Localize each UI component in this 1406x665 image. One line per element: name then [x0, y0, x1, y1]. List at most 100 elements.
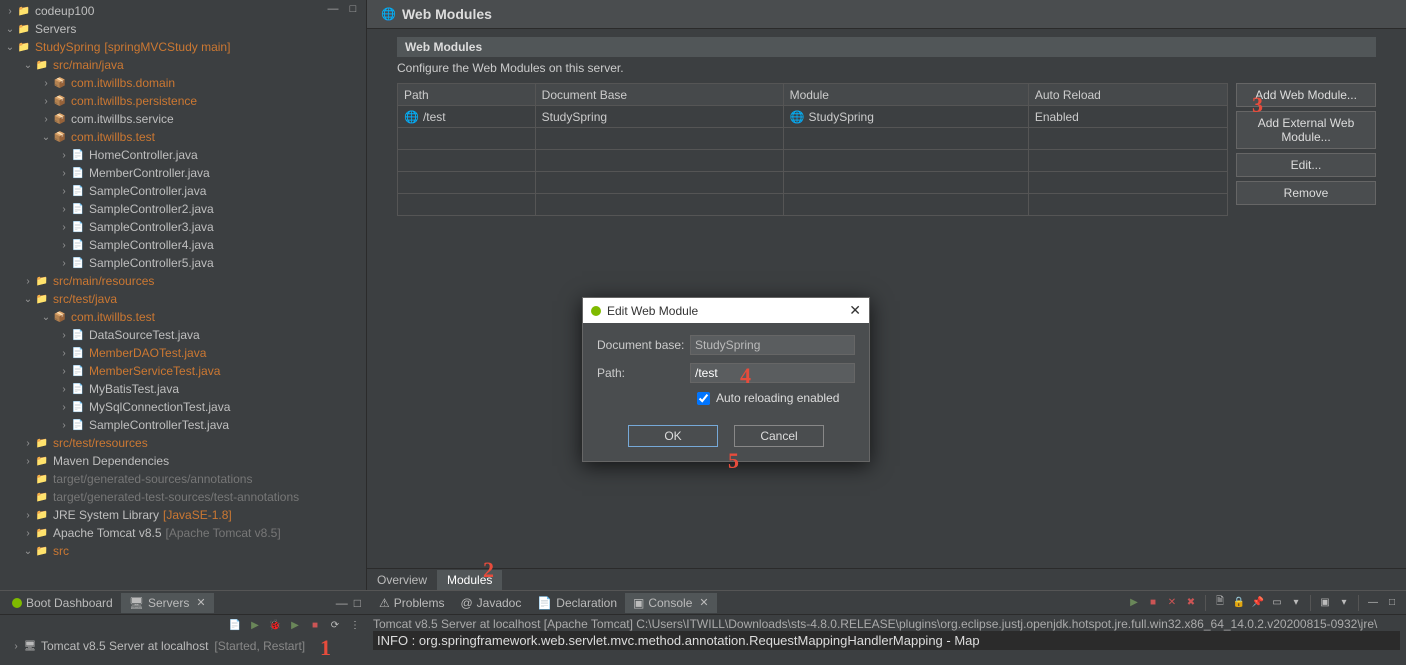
tab-problems[interactable]: ⚠Problems [371, 593, 452, 613]
expand-icon[interactable]: ⌄ [22, 546, 34, 557]
tree-row[interactable]: ›JRE System Library [JavaSE-1.8] [0, 506, 366, 524]
expand-icon[interactable]: › [58, 402, 70, 413]
expand-icon[interactable]: › [22, 456, 34, 467]
tree-row[interactable]: ›com.itwillbs.domain [0, 74, 366, 92]
remove-icon[interactable]: ✕ [1164, 595, 1180, 611]
minimize-icon[interactable]: — [326, 2, 340, 16]
tab-console[interactable]: ▣Console✕ [625, 593, 717, 613]
ok-button[interactable]: OK [628, 425, 718, 447]
close-icon[interactable]: ✕ [196, 596, 205, 609]
table-header[interactable]: Module [783, 84, 1028, 106]
expand-icon[interactable]: › [58, 348, 70, 359]
table-header[interactable]: Document Base [535, 84, 783, 106]
tree-row[interactable]: ⌄src/main/java [0, 56, 366, 74]
expand-icon[interactable]: › [22, 438, 34, 449]
maximize-icon[interactable]: □ [1384, 595, 1400, 611]
new-server-icon[interactable]: 📄 [227, 617, 243, 633]
expand-icon[interactable]: ⌄ [4, 24, 16, 35]
edit-button[interactable]: Edit... [1236, 153, 1376, 177]
tree-row[interactable]: ›HomeController.java [0, 146, 366, 164]
expand-icon[interactable]: › [58, 240, 70, 251]
pin-icon[interactable]: 📌 [1250, 595, 1266, 611]
expand-icon[interactable]: › [58, 186, 70, 197]
expand-icon[interactable]: › [58, 168, 70, 179]
expand-icon[interactable]: ⌄ [40, 132, 52, 143]
tree-row[interactable]: ›SampleControllerTest.java [0, 416, 366, 434]
tree-row[interactable]: ›SampleController4.java [0, 236, 366, 254]
tree-row[interactable]: target/generated-test-sources/test-annot… [0, 488, 366, 506]
tree-row[interactable]: ⌄src/test/java [0, 290, 366, 308]
stop-icon[interactable]: ■ [307, 617, 323, 633]
expand-icon[interactable]: › [58, 420, 70, 431]
show-console-icon[interactable]: ▾ [1336, 595, 1352, 611]
expand-icon[interactable]: ⌄ [22, 60, 34, 71]
tree-row[interactable]: ›MySqlConnectionTest.java [0, 398, 366, 416]
expand-icon[interactable]: › [40, 78, 52, 89]
auto-reload-checkbox[interactable] [697, 392, 710, 405]
tab-modules[interactable]: Modules [437, 570, 502, 590]
tree-row[interactable]: ⌄com.itwillbs.test [0, 308, 366, 326]
clear-icon[interactable]: 🗎 [1212, 595, 1228, 611]
expand-icon[interactable]: ⌄ [4, 42, 16, 53]
new-console-icon[interactable]: ▣ [1317, 595, 1333, 611]
tree-row[interactable]: ⌄Servers [0, 20, 366, 38]
add-external-web-module-button[interactable]: Add External Web Module... [1236, 111, 1376, 149]
close-icon[interactable]: ✕ [699, 596, 708, 609]
tab-overview[interactable]: Overview [367, 570, 437, 590]
tree-row[interactable]: ⌄com.itwillbs.test [0, 128, 366, 146]
tree-row[interactable]: ⌄StudySpring [springMVCStudy main] [0, 38, 366, 56]
path-input[interactable] [690, 363, 855, 383]
expand-icon[interactable]: › [58, 330, 70, 341]
tree-row[interactable]: ›SampleController3.java [0, 218, 366, 236]
expand-icon[interactable]: › [40, 96, 52, 107]
tree-row[interactable]: ›SampleController2.java [0, 200, 366, 218]
tree-row[interactable]: ›Maven Dependencies [0, 452, 366, 470]
expand-icon[interactable]: › [58, 366, 70, 377]
project-tree[interactable]: ›codeup100⌄Servers⌄StudySpring [springMV… [0, 0, 366, 567]
expand-icon[interactable]: › [4, 6, 16, 17]
terminate-icon[interactable]: ■ [1145, 595, 1161, 611]
start-icon[interactable]: ▶ [247, 617, 263, 633]
tree-row[interactable]: ›codeup100 [0, 2, 366, 20]
minimize-icon[interactable]: — [1365, 595, 1381, 611]
close-icon[interactable]: ✕ [849, 302, 861, 319]
web-modules-table[interactable]: PathDocument BaseModuleAuto Reload🌐/test… [397, 83, 1228, 216]
dialog-titlebar[interactable]: Edit Web Module ✕ [583, 298, 869, 323]
maximize-icon[interactable]: □ [346, 2, 360, 16]
tree-row[interactable]: ›src/main/resources [0, 272, 366, 290]
run-icon[interactable]: ▶ [1126, 595, 1142, 611]
tree-row[interactable]: ›MemberController.java [0, 164, 366, 182]
tree-row[interactable]: ›MemberServiceTest.java [0, 362, 366, 380]
expand-icon[interactable]: › [40, 114, 52, 125]
tab-servers[interactable]: 🖥 Servers ✕ [121, 593, 214, 613]
expand-icon[interactable]: ⌄ [22, 294, 34, 305]
expand-icon[interactable]: › [58, 222, 70, 233]
publish-icon[interactable]: ⟳ [327, 617, 343, 633]
scroll-lock-icon[interactable]: 🔒 [1231, 595, 1247, 611]
remove-button[interactable]: Remove [1236, 181, 1376, 205]
expand-icon[interactable]: › [58, 150, 70, 161]
tree-row[interactable]: ⌄src [0, 542, 366, 560]
tree-row[interactable]: ›SampleController5.java [0, 254, 366, 272]
tree-row[interactable]: ›SampleController.java [0, 182, 366, 200]
table-header[interactable]: Auto Reload [1028, 84, 1227, 106]
expand-icon[interactable]: ⌄ [40, 312, 52, 323]
expand-icon[interactable]: › [58, 258, 70, 269]
expand-icon[interactable]: › [22, 276, 34, 287]
tree-row[interactable]: ›MyBatisTest.java [0, 380, 366, 398]
tree-row[interactable]: ›com.itwillbs.persistence [0, 92, 366, 110]
tree-row[interactable]: ›com.itwillbs.service [0, 110, 366, 128]
open-console-icon[interactable]: ▾ [1288, 595, 1304, 611]
expand-icon[interactable]: › [58, 204, 70, 215]
remove-all-icon[interactable]: ✖ [1183, 595, 1199, 611]
expand-icon[interactable]: › [58, 384, 70, 395]
server-row[interactable]: › Tomcat v8.5 Server at localhost [Start… [4, 637, 363, 655]
tree-row[interactable]: target/generated-sources/annotations [0, 470, 366, 488]
tree-row[interactable]: ›MemberDAOTest.java [0, 344, 366, 362]
menu-icon[interactable]: ⋮ [347, 617, 363, 633]
table-row[interactable]: 🌐/testStudySpring🌐StudySpringEnabled [398, 106, 1228, 128]
tab-boot-dashboard[interactable]: Boot Dashboard [4, 593, 121, 613]
add-web-module-button[interactable]: Add Web Module... [1236, 83, 1376, 107]
minimize-icon[interactable]: — [336, 596, 354, 610]
expand-icon[interactable]: › [22, 510, 34, 521]
